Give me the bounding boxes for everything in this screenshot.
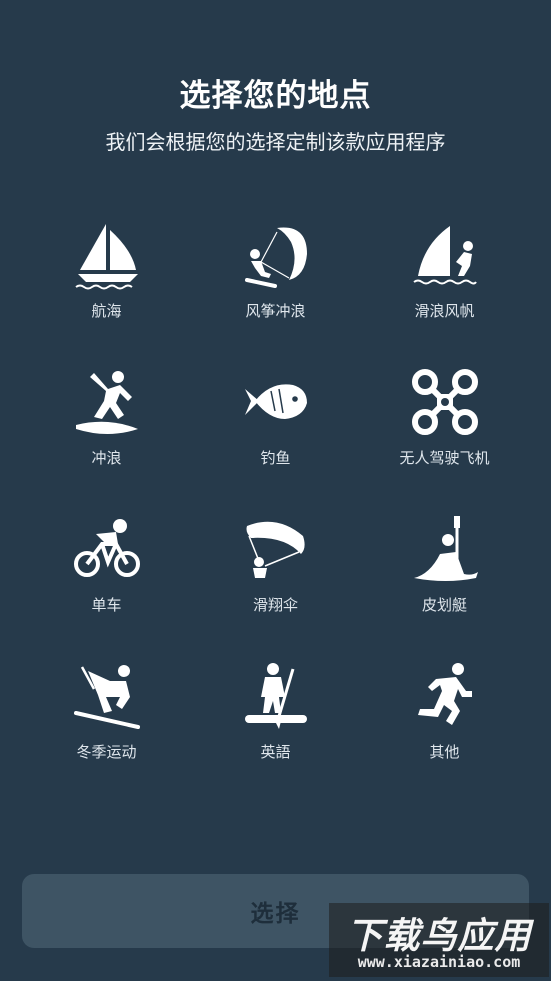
activity-cycling[interactable]: 单车 <box>22 514 191 661</box>
paraglider-icon <box>241 514 311 584</box>
activity-kayak[interactable]: 皮划艇 <box>360 514 529 661</box>
activity-label: 滑翔伞 <box>252 596 298 614</box>
kitesurf-icon <box>241 220 311 290</box>
windsurf-icon <box>410 220 480 290</box>
sailboat-icon <box>72 220 142 290</box>
activity-label: 无人驾驶飞机 <box>399 449 490 467</box>
activity-label: 其他 <box>429 743 460 761</box>
watermark-text: 下载鸟应用 <box>346 916 532 957</box>
activity-label: 单车 <box>91 596 122 614</box>
activity-kitesurf[interactable]: 风筝冲浪 <box>191 220 360 367</box>
running-icon <box>410 661 480 731</box>
drone-icon <box>410 367 480 437</box>
activity-label: 英語 <box>260 743 291 761</box>
paddleboard-icon <box>241 661 311 731</box>
activity-label: 航海 <box>91 302 122 320</box>
watermark-logo: 下载鸟应用 www.xiazainiao.com <box>329 903 549 977</box>
activity-windsurf[interactable]: 滑浪风帆 <box>360 220 529 367</box>
activity-label: 风筝冲浪 <box>245 302 306 320</box>
activity-ski[interactable]: 冬季运动 <box>22 661 191 808</box>
activity-label: 滑浪风帆 <box>414 302 475 320</box>
activity-label: 冬季运动 <box>76 743 137 761</box>
activity-other[interactable]: 其他 <box>360 661 529 808</box>
activity-surf[interactable]: 冲浪 <box>22 367 191 514</box>
activity-label: 钓鱼 <box>260 449 291 467</box>
surf-icon <box>72 367 142 437</box>
activity-label: 皮划艇 <box>421 596 467 614</box>
activity-sailing[interactable]: 航海 <box>22 220 191 367</box>
ski-icon <box>72 661 142 731</box>
page-subtitle: 我们会根据您的选择定制该款应用程序 <box>105 130 446 154</box>
activity-drone[interactable]: 无人驾驶飞机 <box>360 367 529 514</box>
activity-label: 冲浪 <box>91 449 122 467</box>
kayak-icon <box>410 514 480 584</box>
activity-grid: 航海 风筝冲浪 滑浪风帆 冲浪 钓鱼 无人驾驶飞机 单车 滑翔伞 皮划艇 冬季运… <box>22 220 529 808</box>
activity-paraglider[interactable]: 滑翔伞 <box>191 514 360 661</box>
bicycle-icon <box>72 514 142 584</box>
activity-paddleboard[interactable]: 英語 <box>191 661 360 808</box>
page-title: 选择您的地点 <box>179 78 372 114</box>
fish-icon <box>241 367 311 437</box>
activity-fishing[interactable]: 钓鱼 <box>191 367 360 514</box>
watermark-url: www.xiazainiao.com <box>357 953 521 971</box>
